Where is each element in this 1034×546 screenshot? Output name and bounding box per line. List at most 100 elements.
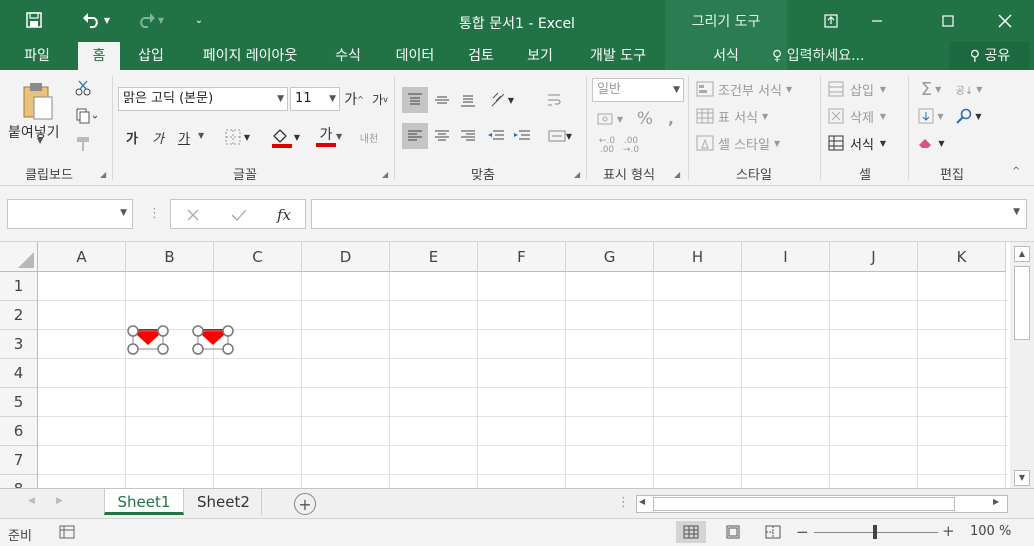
vertical-scroll-thumb[interactable] xyxy=(1014,266,1030,340)
zoom-level[interactable]: 100 % xyxy=(970,524,1011,539)
increase-decimal-icon[interactable]: ←.0.00 xyxy=(596,134,618,158)
format-cells-button[interactable]: 서식 ▼ xyxy=(828,132,886,154)
font-size-combo[interactable]: 11 ▼ xyxy=(290,87,340,111)
autosum-icon[interactable]: Σ ▼ xyxy=(914,78,948,100)
align-center-icon[interactable] xyxy=(430,123,454,149)
row-header[interactable]: 8 xyxy=(0,475,38,488)
alignment-launcher-icon[interactable]: ◢ xyxy=(574,170,580,179)
find-select-icon[interactable]: ▼ xyxy=(952,105,986,127)
row-header[interactable]: 7 xyxy=(0,446,38,475)
maximize-icon[interactable] xyxy=(925,0,971,42)
macro-record-icon[interactable] xyxy=(58,524,76,540)
tab-insert[interactable]: 삽입 xyxy=(126,42,176,70)
column-header[interactable]: J xyxy=(830,242,918,272)
column-header[interactable]: K xyxy=(918,242,1006,272)
merge-center-icon[interactable]: ▼ xyxy=(542,123,578,149)
sort-filter-icon[interactable]: 공↓ ▼ xyxy=(952,78,986,100)
horizontal-scrollbar[interactable]: ◀ ▶ xyxy=(636,495,1008,513)
zoom-out-icon[interactable]: − xyxy=(796,523,809,541)
customize-quick-access-icon[interactable]: ⌄ xyxy=(188,8,210,32)
shrink-font-button[interactable]: 가v xyxy=(370,87,390,111)
row-header[interactable]: 1 xyxy=(0,272,38,301)
sheet-tab-sheet1[interactable]: Sheet1 xyxy=(104,489,184,515)
tab-file[interactable]: 파일 xyxy=(10,42,64,70)
cancel-entry-icon[interactable] xyxy=(181,204,205,226)
tab-data[interactable]: 데이터 xyxy=(384,42,446,70)
insert-cells-button[interactable]: 삽입 ▼ xyxy=(828,78,886,100)
scroll-up-icon[interactable]: ▲ xyxy=(1014,246,1030,262)
tab-split-grip-icon[interactable]: ⋮ xyxy=(617,495,630,510)
select-all-corner[interactable] xyxy=(0,242,38,272)
tab-formulas[interactable]: 수식 xyxy=(324,42,372,70)
format-painter-icon[interactable] xyxy=(72,134,94,154)
fill-color-icon[interactable]: ▼ xyxy=(266,122,304,152)
row-header[interactable]: 6 xyxy=(0,417,38,446)
percent-style-button[interactable]: % xyxy=(634,108,656,130)
scroll-left-icon[interactable]: ◀ xyxy=(639,497,645,506)
zoom-slider-thumb[interactable] xyxy=(873,525,877,539)
normal-view-icon[interactable] xyxy=(676,521,706,543)
page-break-view-icon[interactable] xyxy=(758,521,788,543)
row-header[interactable]: 2 xyxy=(0,301,38,330)
page-layout-view-icon[interactable] xyxy=(718,521,748,543)
column-header[interactable]: B xyxy=(126,242,214,272)
row-header[interactable]: 4 xyxy=(0,359,38,388)
clear-icon[interactable]: ▼ xyxy=(914,132,948,154)
new-sheet-button[interactable]: + xyxy=(294,493,316,515)
formula-input[interactable]: ▼ xyxy=(311,199,1027,229)
borders-icon[interactable]: ▼ xyxy=(220,125,254,149)
column-header[interactable]: I xyxy=(742,242,830,272)
tab-view[interactable]: 보기 xyxy=(514,42,566,70)
column-header[interactable]: A xyxy=(38,242,126,272)
cut-icon[interactable] xyxy=(72,78,94,98)
wrap-text-icon[interactable] xyxy=(542,87,568,113)
share-button[interactable]: ⚲ 공유 xyxy=(950,42,1030,70)
shape-1[interactable] xyxy=(125,325,171,355)
font-launcher-icon[interactable]: ◢ xyxy=(382,170,388,179)
paste-icon[interactable] xyxy=(10,76,64,126)
insert-function-button[interactable]: fx xyxy=(271,204,297,226)
orientation-icon[interactable]: ▼ xyxy=(484,87,520,113)
name-box[interactable]: ▼ xyxy=(7,199,133,229)
column-header[interactable]: E xyxy=(390,242,478,272)
font-color-dropdown-icon[interactable]: ▼ xyxy=(336,132,342,141)
comma-style-icon[interactable]: , xyxy=(660,108,682,130)
ribbon-display-options-icon[interactable] xyxy=(808,0,854,42)
increase-indent-icon[interactable] xyxy=(510,123,534,149)
row-header[interactable]: 5 xyxy=(0,388,38,417)
copy-icon[interactable] xyxy=(72,106,102,126)
number-launcher-icon[interactable]: ◢ xyxy=(674,170,680,179)
undo-icon[interactable]: ▼ xyxy=(74,8,118,32)
tell-me-search[interactable]: ♀ 입력하세요... xyxy=(772,42,864,70)
align-right-icon[interactable] xyxy=(456,123,480,149)
align-left-icon[interactable] xyxy=(402,123,428,149)
prev-sheet-icon[interactable]: ◀ xyxy=(28,496,35,506)
paste-label[interactable]: 붙여넣기 xyxy=(8,122,60,142)
align-bottom-icon[interactable] xyxy=(456,87,480,113)
paste-dropdown-icon[interactable]: ▼ xyxy=(37,136,43,145)
close-icon[interactable] xyxy=(982,0,1028,42)
collapse-ribbon-icon[interactable]: ^ xyxy=(1012,166,1020,177)
expand-formula-bar-icon[interactable]: ▼ xyxy=(1013,207,1020,217)
save-icon[interactable] xyxy=(20,8,48,32)
bold-button[interactable]: 가 xyxy=(122,125,142,149)
tab-developer[interactable]: 개발 도구 xyxy=(576,42,660,70)
zoom-in-icon[interactable]: + xyxy=(942,522,955,540)
next-sheet-icon[interactable]: ▶ xyxy=(56,496,63,506)
tab-page-layout[interactable]: 페이지 레이아웃 xyxy=(188,42,312,70)
shape-2[interactable] xyxy=(190,325,236,355)
align-top-icon[interactable] xyxy=(402,87,428,113)
phonetic-guide-icon[interactable]: 내천 xyxy=(356,124,382,150)
column-header[interactable]: D xyxy=(302,242,390,272)
confirm-entry-icon[interactable] xyxy=(227,204,251,226)
tab-review[interactable]: 검토 xyxy=(456,42,506,70)
tab-home[interactable]: 홈 xyxy=(78,42,120,70)
horizontal-scroll-thumb[interactable] xyxy=(653,497,955,511)
redo-icon[interactable]: ▼ xyxy=(128,8,172,32)
vertical-scrollbar[interactable]: ▲ ▼ xyxy=(1010,242,1034,488)
scroll-down-icon[interactable]: ▼ xyxy=(1014,470,1030,486)
align-middle-icon[interactable] xyxy=(430,87,454,113)
column-header[interactable]: C xyxy=(214,242,302,272)
grow-font-button[interactable]: 가 ^ xyxy=(344,87,364,111)
underline-button[interactable]: 가 xyxy=(174,125,194,149)
